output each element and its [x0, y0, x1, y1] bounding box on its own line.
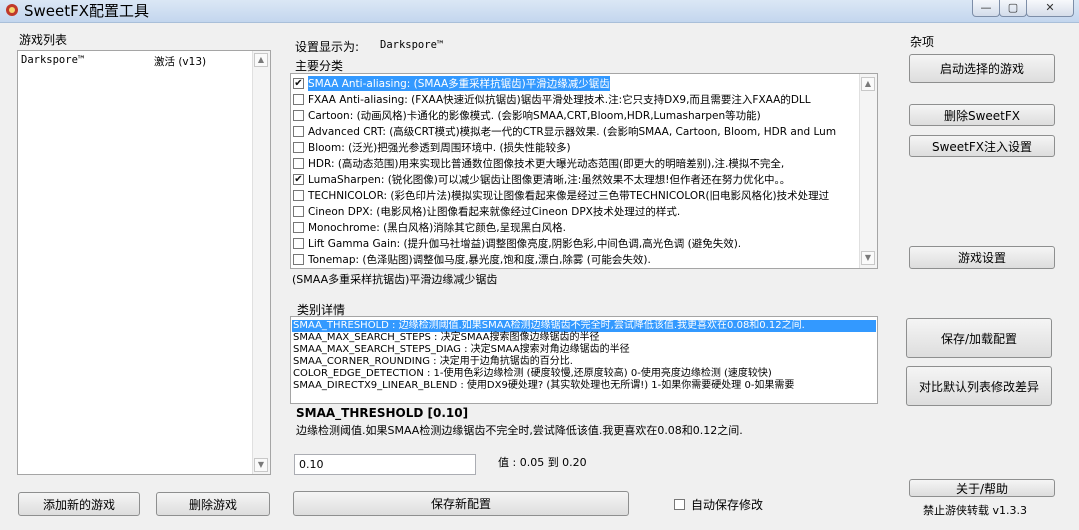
autosave-checkbox[interactable] [674, 499, 685, 510]
game-list[interactable]: Darkspore™ 激活 (v13) ▲ ▼ [17, 50, 271, 475]
game-item-status: 激活 (v13) [154, 56, 207, 68]
checkbox[interactable] [293, 237, 304, 249]
detail-row[interactable]: SMAA_MAX_SEARCH_STEPS_DIAG : 决定SMAA搜索对角边… [293, 344, 630, 356]
param-description: 边缘检测阈值.如果SMAA检测边缘锯齿不完全时,尝试降低该值.我更喜欢在0.08… [296, 424, 743, 437]
categories-list[interactable]: ✔ SMAA Anti-aliasing: (SMAA多重采样抗锯齿)平滑边缘减少… [290, 73, 878, 269]
detail-row[interactable]: SMAA_DIRECTX9_LINEAR_BLEND : 使用DX9硬处理? (… [293, 380, 794, 392]
detail-row[interactable]: SMAA_CORNER_ROUNDING : 决定用于边角抗锯齿的百分比. [293, 356, 573, 368]
close-button[interactable]: ✕ [1026, 0, 1074, 17]
scroll-down-icon[interactable]: ▼ [254, 458, 268, 472]
detail-row[interactable]: SMAA_THRESHOLD : 边缘检测阈值.如果SMAA检测边缘锯齿不完全时… [292, 320, 876, 332]
game-list-scrollbar[interactable]: ▲ ▼ [252, 51, 270, 474]
categories-list-viewport: ✔ SMAA Anti-aliasing: (SMAA多重采样抗锯齿)平滑边缘减少… [291, 74, 859, 268]
detail-row[interactable]: COLOR_EDGE_DETECTION : 1-使用色彩边缘检测 (硬度较慢,… [293, 368, 772, 380]
launch-game-button[interactable]: 启动选择的游戏 [909, 54, 1055, 83]
checkbox[interactable] [293, 157, 304, 169]
category-row[interactable]: Monochrome: (黑白风格)消除其它颜色,呈现黑白风格. [291, 219, 566, 235]
checkbox[interactable] [293, 221, 304, 233]
category-text: Lift Gamma Gain: (提升伽马社增益)调整图像亮度,阴影色彩,中间… [308, 237, 742, 250]
checkbox[interactable] [293, 125, 304, 137]
category-text: LumaSharpen: (锐化图像)可以减少锯齿让图像更清晰,注:虽然效果不太… [308, 173, 791, 186]
add-game-button[interactable]: 添加新的游戏 [18, 492, 140, 516]
scroll-down-icon[interactable]: ▼ [861, 251, 875, 265]
game-settings-button[interactable]: 游戏设置 [909, 246, 1055, 269]
category-text: Cartoon: (动画风格)卡通化的影像模式. (会影响SMAA,CRT,Bl… [308, 109, 761, 122]
checkbox[interactable] [293, 189, 304, 201]
categories-scrollbar[interactable]: ▲ ▼ [859, 74, 877, 268]
maximize-button[interactable]: ▢ [999, 0, 1027, 17]
category-row[interactable]: TECHNICOLOR: (彩色印片法)模拟实现让图像看起来像是经过三色带TEC… [291, 187, 829, 203]
categories-label: 主要分类 [295, 59, 344, 73]
checkbox[interactable]: ✔ [293, 77, 304, 89]
category-text: Cineon DPX: (电影风格)让图像看起来就像经过Cineon DPX技术… [308, 205, 681, 218]
display-as-value: Darkspore™ [380, 39, 444, 51]
checkbox[interactable] [293, 109, 304, 121]
details-list[interactable]: SMAA_THRESHOLD : 边缘检测阈值.如果SMAA检测边缘锯齿不完全时… [290, 316, 878, 404]
category-row[interactable]: Tonemap: (色泽贴图)调整伽马度,暴光度,饱和度,漂白,除雾 (可能会失… [291, 251, 651, 267]
category-text: Monochrome: (黑白风格)消除其它颜色,呈现黑白风格. [308, 221, 566, 234]
autosave-label: 自动保存修改 [691, 498, 764, 512]
save-config-button[interactable]: 保存新配置 [293, 491, 629, 516]
category-text: HDR: (高动态范围)用来实现比普通数位图像技术更大曝光动态范围(即更大的明暗… [308, 157, 785, 170]
save-load-config-button[interactable]: 保存/加载配置 [906, 318, 1052, 358]
checkbox[interactable] [293, 205, 304, 217]
category-row[interactable]: Advanced CRT: (高级CRT模式)模拟老一代的CTR显示器效果. (… [291, 123, 836, 139]
category-row[interactable]: FXAA Anti-aliasing: (FXAA快速近似抗锯齿)锯齿平滑处理技… [291, 91, 811, 107]
sweetfx-inject-settings-button[interactable]: SweetFX注入设置 [909, 135, 1055, 157]
category-row[interactable]: Cineon DPX: (电影风格)让图像看起来就像经过Cineon DPX技术… [291, 203, 680, 219]
app-icon [6, 4, 18, 16]
delete-sweetfx-button[interactable]: 删除SweetFX [909, 104, 1055, 126]
window-title: SweetFX配置工具 [24, 2, 150, 20]
scroll-up-icon[interactable]: ▲ [861, 77, 875, 91]
category-text: TECHNICOLOR: (彩色印片法)模拟实现让图像看起来像是经过三色带TEC… [308, 189, 830, 202]
detail-row[interactable]: SMAA_MAX_SEARCH_STEPS : 决定SMAA搜索图像边缘锯齿的半… [293, 332, 600, 344]
checkbox[interactable] [293, 253, 304, 265]
game-list-label: 游戏列表 [19, 33, 68, 47]
category-text: SMAA Anti-aliasing: (SMAA多重采样抗锯齿)平滑边缘减少锯… [308, 75, 610, 91]
category-text: Tonemap: (色泽贴图)调整伽马度,暴光度,饱和度,漂白,除雾 (可能会失… [308, 253, 651, 266]
category-row[interactable]: ✔ LumaSharpen: (锐化图像)可以减少锯齿让图像更清晰,注:虽然效果不… [291, 171, 790, 187]
category-row[interactable]: HDR: (高动态范围)用来实现比普通数位图像技术更大曝光动态范围(即更大的明暗… [291, 155, 784, 171]
game-item-name[interactable]: Darkspore™ [21, 54, 84, 66]
category-row[interactable]: Lift Gamma Gain: (提升伽马社增益)调整图像亮度,阴影色彩,中间… [291, 235, 741, 251]
param-range: 值 : 0.05 到 0.20 [498, 456, 587, 469]
category-text: Bloom: (泛光)把强光参透到周围环境中. (损失性能较多) [308, 141, 571, 154]
param-value-input[interactable] [294, 454, 476, 475]
scroll-up-icon[interactable]: ▲ [254, 53, 268, 67]
param-name: SMAA_THRESHOLD [0.10] [296, 406, 469, 420]
remove-game-button[interactable]: 删除游戏 [156, 492, 270, 516]
checkbox[interactable] [293, 141, 304, 153]
category-row[interactable]: Cartoon: (动画风格)卡通化的影像模式. (会影响SMAA,CRT,Bl… [291, 107, 761, 123]
category-row[interactable]: Bloom: (泛光)把强光参透到周围环境中. (损失性能较多) [291, 139, 571, 155]
misc-label: 杂项 [910, 35, 935, 49]
category-description: (SMAA多重采样抗锯齿)平滑边缘减少锯齿 [292, 273, 498, 286]
checkbox[interactable]: ✔ [293, 173, 304, 185]
title-bar[interactable] [0, 0, 1079, 23]
category-text: FXAA Anti-aliasing: (FXAA快速近似抗锯齿)锯齿平滑处理技… [308, 93, 811, 106]
about-help-button[interactable]: 关于/帮助 [909, 479, 1055, 497]
compare-defaults-button[interactable]: 对比默认列表修改差异 [906, 366, 1052, 406]
display-as-label: 设置显示为: [295, 40, 360, 54]
minimize-button[interactable]: — [972, 0, 1000, 17]
category-row[interactable]: ✔ SMAA Anti-aliasing: (SMAA多重采样抗锯齿)平滑边缘减少… [291, 75, 610, 91]
checkbox[interactable] [293, 93, 304, 105]
category-text: Advanced CRT: (高级CRT模式)模拟老一代的CTR显示器效果. (… [308, 125, 837, 138]
version-text: 禁止游侠转载 v1.3.3 [923, 504, 1027, 517]
